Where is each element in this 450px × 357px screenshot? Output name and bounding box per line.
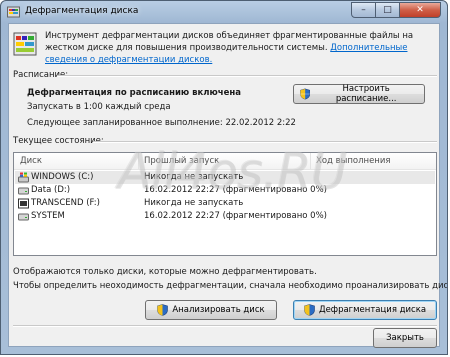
column-divider[interactable]: [138, 153, 139, 169]
analyze-disk-button[interactable]: Анализировать диск: [145, 300, 277, 320]
close-button-label: Закрыть: [386, 333, 424, 343]
close-window-button[interactable]: ✕: [399, 2, 441, 18]
uac-shield-icon: [300, 88, 311, 100]
hard-drive-icon: [18, 187, 29, 195]
current-state-label: Текущее состояние:: [13, 136, 104, 146]
column-last-run[interactable]: Прошлый запуск: [144, 156, 219, 166]
disk-name: WINDOWS (C:): [31, 172, 94, 182]
disk-last-run: Никогда не запускать: [144, 172, 244, 182]
disk-list[interactable]: Диск Прошлый запуск Ход выполнения WINDO…: [13, 152, 437, 256]
column-disk[interactable]: Диск: [20, 156, 42, 166]
footer-note-analyze: Чтобы определить неоходимость дефрагмент…: [13, 281, 448, 291]
list-header: Диск Прошлый запуск Ход выполнения: [14, 153, 436, 170]
footer-note-disks: Отображаются только диски, которые можно…: [13, 267, 317, 277]
disk-row-system[interactable]: SYSTEM 16.02.2012 22:27 (фрагментировано…: [15, 210, 435, 223]
defrag-window: Дефрагментация диска – □ ✕ Инструмент де…: [0, 0, 448, 355]
disk-row-windows[interactable]: WINDOWS (C:) Никогда не запускать: [15, 171, 435, 184]
schedule-status: Дефрагментация по расписанию включена: [27, 88, 241, 98]
defragment-disk-button[interactable]: Дефрагментация диска: [293, 300, 437, 320]
disk-last-run: 16.02.2012 22:27 (фрагментировано 0%): [144, 185, 327, 195]
uac-shield-icon: [304, 304, 315, 316]
maximize-button[interactable]: □: [375, 2, 400, 18]
disk-row-data[interactable]: Data (D:) 16.02.2012 22:27 (фрагментиров…: [15, 184, 435, 197]
defrag-icon: [13, 32, 37, 56]
close-button[interactable]: Закрыть: [373, 328, 437, 348]
schedule-run-at: Запускать в 1:00 каждый среда: [27, 102, 171, 112]
configure-schedule-button[interactable]: Настроить расписание...: [293, 84, 425, 104]
disk-name: Data (D:): [31, 185, 71, 195]
intro-text: Инструмент дефрагментации дисков объедин…: [45, 30, 435, 66]
configure-schedule-label: Настроить расписание...: [335, 84, 397, 104]
defrag-app-icon: [7, 6, 20, 18]
schedule-next-run: Следующее запланированное выполнение: 22…: [27, 118, 296, 128]
client-area: Инструмент дефрагментации дисков объедин…: [8, 23, 447, 348]
removable-drive-icon: [18, 198, 29, 209]
schedule-separator: [57, 75, 437, 77]
disk-last-run: 16.02.2012 22:27 (фрагментировано 0%): [144, 211, 327, 221]
uac-shield-icon: [157, 304, 169, 316]
state-separator: [93, 141, 437, 143]
disk-name: TRANSCEND (F:): [31, 198, 100, 208]
disk-last-run: Никогда не запускать: [144, 198, 244, 208]
column-divider[interactable]: [310, 153, 311, 169]
column-progress[interactable]: Ход выполнения: [316, 156, 391, 166]
title-bar[interactable]: Дефрагментация диска – □ ✕: [1, 1, 447, 23]
footer-separator: [13, 325, 437, 327]
analyze-disk-label: Анализировать диск: [172, 305, 265, 315]
disk-row-transcend[interactable]: TRANSCEND (F:) Никогда не запускать: [15, 197, 435, 210]
hard-drive-icon: [18, 213, 29, 221]
windows-drive-icon: [18, 172, 29, 183]
minimize-button[interactable]: –: [351, 2, 376, 18]
disk-name: SYSTEM: [31, 211, 65, 221]
window-title: Дефрагментация диска: [25, 6, 139, 16]
defragment-disk-label: Дефрагментация диска: [318, 305, 427, 315]
